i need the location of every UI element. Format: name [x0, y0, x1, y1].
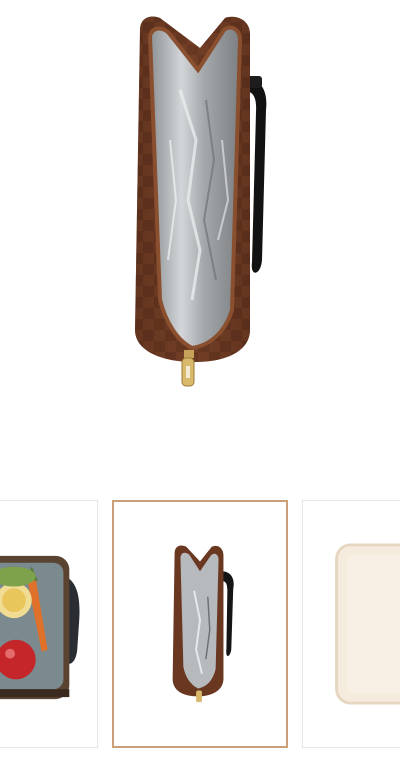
thumbnail-3[interactable] [302, 500, 400, 748]
thumbnail-strip [0, 500, 400, 752]
main-product-image[interactable] [0, 0, 400, 470]
thumbnail-2[interactable] [112, 500, 288, 748]
thumbnail-1[interactable] [0, 500, 98, 748]
insulated-bag-photo [135, 16, 267, 387]
open-insulated-bag-thumbnail [114, 502, 286, 746]
beige-pad-thumbnail [303, 501, 400, 747]
lunch-bag-with-food-thumbnail [0, 501, 97, 747]
product-gallery [0, 0, 400, 768]
